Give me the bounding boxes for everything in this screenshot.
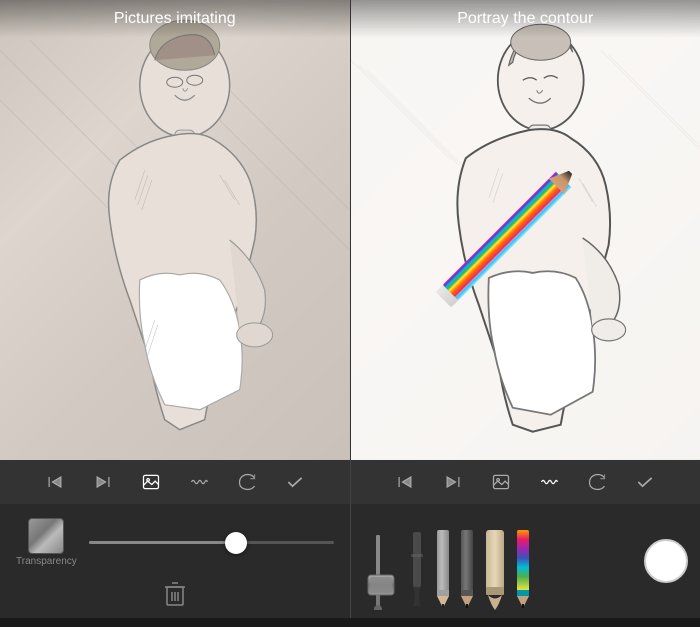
dark-pencil-tool[interactable] [459,530,475,610]
roller-tool[interactable] [363,530,399,610]
right-toolbar [351,460,700,618]
delete-row [16,575,334,617]
slider-track [89,541,334,544]
brush-tools-row [351,504,700,618]
left-toolbar-controls: Transparency [0,504,350,627]
right-toolbar-top-bar [351,460,700,504]
transparency-label: Transparency [16,556,77,567]
right-panel: Portray the contour [351,0,700,460]
right-skip-forward-icon[interactable] [439,468,467,496]
slider-thumb[interactable] [225,532,247,554]
left-panel: Pictures imitating [0,0,351,460]
transparency-slider[interactable] [89,541,334,544]
right-panel-title: Portray the contour [351,0,700,38]
slider-fill [89,541,236,544]
right-confirm-icon[interactable] [631,468,659,496]
transparency-row: Transparency [16,518,334,567]
charcoal-brush-tool[interactable] [407,530,427,610]
transparency-preview: Transparency [16,518,77,567]
left-confirm-icon[interactable] [281,468,309,496]
gray-pencil-tool[interactable] [435,530,451,610]
rainbow-pencil-tool[interactable] [515,530,531,610]
main-panels: Pictures imitating [0,0,700,460]
color-picker-circle[interactable] [644,539,688,583]
right-redo-icon[interactable] [583,468,611,496]
left-waveform-icon[interactable] [185,468,213,496]
transparency-swatch [28,518,64,554]
delete-button[interactable] [151,575,199,617]
left-redo-icon[interactable] [233,468,261,496]
right-image-icon[interactable] [487,468,515,496]
left-panel-title: Pictures imitating [0,0,350,38]
bottom-section: Transparency [0,460,700,618]
right-sketch-canvas[interactable] [351,0,700,460]
left-image-icon[interactable] [137,468,165,496]
brush-pen-tool[interactable] [483,530,507,610]
right-waveform-icon[interactable] [535,468,563,496]
left-sketch-canvas[interactable] [0,0,350,460]
right-skip-back-icon[interactable] [391,468,419,496]
left-toolbar: Transparency [0,460,351,618]
left-skip-back-icon[interactable] [41,468,69,496]
left-skip-forward-icon[interactable] [89,468,117,496]
left-toolbar-top-bar [0,460,350,504]
